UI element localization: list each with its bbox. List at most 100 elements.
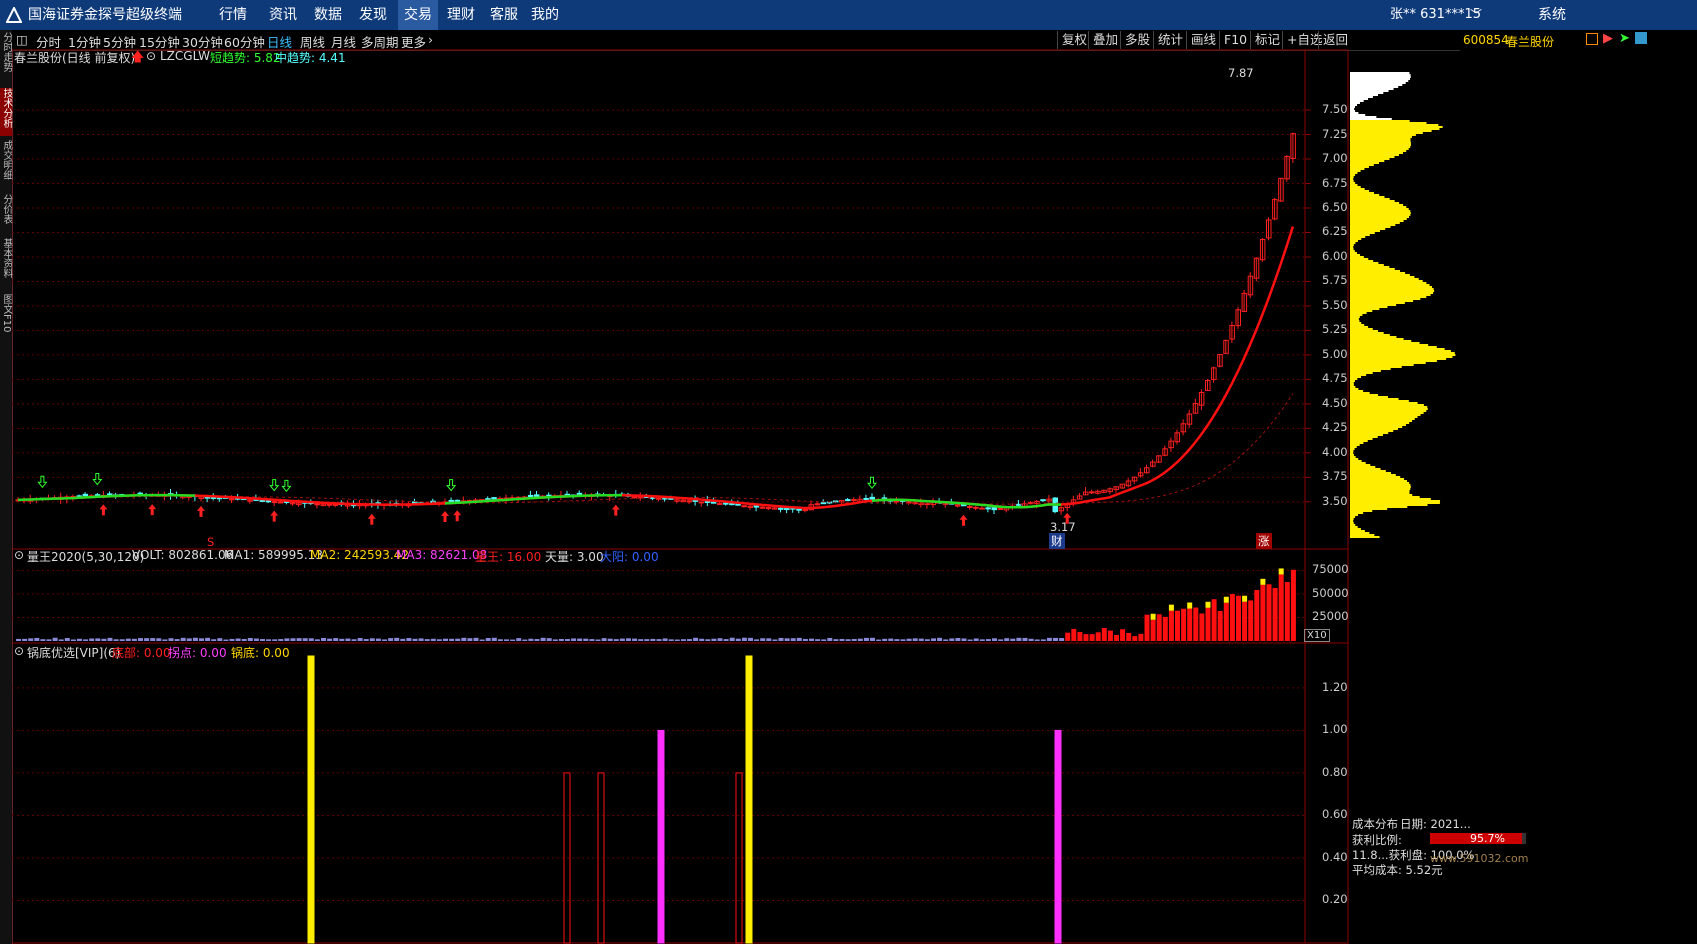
volume-bar [125,638,131,641]
flag-icon[interactable]: ▶ [1603,31,1613,46]
tab-fenshi[interactable]: 分时走势 [0,32,12,84]
chip-bar [1350,166,1369,168]
chip-title: 成本分布 [1352,817,1398,831]
chip-bar [1350,400,1409,402]
tab-fenjia[interactable]: 分价表 [0,194,12,234]
user-account[interactable]: 张** 631***15 [1390,0,1481,30]
chart-area[interactable] [12,46,1350,944]
chip-bar [1350,156,1395,158]
chip-bar [1350,172,1358,174]
chip-bar [1350,160,1385,162]
chip-bar [1350,106,1355,108]
tab-f10[interactable]: 图文F10 [0,294,12,344]
volume-bar [1040,639,1046,641]
chip-bar [1350,214,1411,216]
chip-bar [1350,342,1420,344]
chip-bar [1350,428,1398,430]
chip-bar [1350,532,1370,534]
menu-zixun[interactable]: 资讯 [269,0,297,30]
volume-bar [131,638,137,641]
tab-jiben[interactable]: 基本资料 [0,238,12,290]
chip-bar [1350,110,1356,112]
volume-bar [192,637,198,641]
chip-bar [1350,144,1411,146]
volume-bar [656,639,662,641]
volume-bar [540,637,546,641]
chevron-right-icon[interactable]: › [428,32,433,47]
volume-bar [876,639,882,641]
volume-bar [1144,614,1150,641]
chip-bar [1350,380,1355,382]
chip-bar [1350,290,1435,292]
menu-licai[interactable]: 理财 [447,0,475,30]
bottom-indicator-title[interactable]: 锅底优选[VIP](6) [27,644,120,661]
volume-bar [790,638,796,641]
volume-bar [64,638,70,641]
sell-arrow-icon [269,479,280,492]
arrow-icon[interactable]: ➤ [1619,31,1630,46]
volume-bar [918,638,924,641]
volume-bar [815,639,821,641]
chip-bar [1350,310,1373,312]
chip-bar [1350,508,1388,510]
chart-type-icon[interactable] [1586,33,1598,45]
chip-bar [1350,340,1412,342]
volume-bar [314,639,320,641]
menu-jiaoyi[interactable]: 交易 [398,0,438,30]
chip-bar [1350,500,1441,502]
bottom-toggle-icon[interactable]: ⊙ [14,644,24,658]
volume-bar [504,639,509,641]
layout-icon[interactable]: ◫ [16,32,28,47]
chip-bar [1350,234,1370,236]
menu-wode[interactable]: 我的 [531,0,559,30]
chip-bar [1350,108,1355,110]
chip-bar [1350,382,1354,384]
chip-bar [1350,288,1434,290]
image-icon[interactable] [1635,32,1647,44]
volume-bar [266,639,272,641]
system-menu[interactable]: 系统 [1538,0,1566,30]
menu-kefu[interactable]: 客服 [490,0,518,30]
chip-bar [1350,190,1370,192]
volume-bar [418,638,424,641]
chip-bar [1350,206,1407,208]
volume-bar [827,637,833,641]
volume-bar-top [1187,602,1193,609]
chip-bar [1350,280,1423,282]
volume-bar [52,637,58,641]
menu-hangqing[interactable]: 行情 [219,0,247,30]
buy-arrow-icon [453,510,462,522]
cai-marker[interactable]: 财 [1049,533,1065,549]
chevron-down-icon[interactable]: ﹀ [1470,0,1482,30]
volume-bar [382,639,387,641]
chip-bar [1350,484,1411,486]
price-tick-label: 4.00 [1322,444,1348,459]
chip-bar [1350,524,1356,526]
volume-bar [186,638,192,641]
price-tick-label: 6.75 [1322,175,1348,190]
price-tick-label: 7.25 [1322,126,1348,141]
menu-shuju[interactable]: 数据 [314,0,342,30]
tab-jishu[interactable]: 技术分析 [0,88,12,136]
chip-bar [1350,444,1360,446]
volume-toggle-icon[interactable]: ⊙ [14,548,24,562]
chip-bar [1350,362,1426,364]
chip-bar [1350,458,1359,460]
chip-bar [1350,510,1373,512]
menu-faxian[interactable]: 发现 [359,0,387,30]
volume-bar [1199,613,1205,641]
volume-bar [583,638,589,641]
chip-bar [1350,184,1358,186]
volume-bar-top [1260,578,1266,585]
volume-bar [345,638,351,641]
zhang-marker[interactable]: 涨 [1256,533,1272,549]
volume-indicator-title[interactable]: 量王2020(5,30,120) [27,548,144,565]
chip-bar [1350,178,1354,180]
chip-bar [1350,406,1428,408]
volume-bar [89,638,95,641]
ma2-value: MA2: 242593.42 [310,548,409,562]
chip-bar [1350,114,1366,116]
volume-bar [107,637,113,641]
tab-chengjiao[interactable]: 成交明细 [0,140,12,190]
chip-bar [1350,182,1356,184]
